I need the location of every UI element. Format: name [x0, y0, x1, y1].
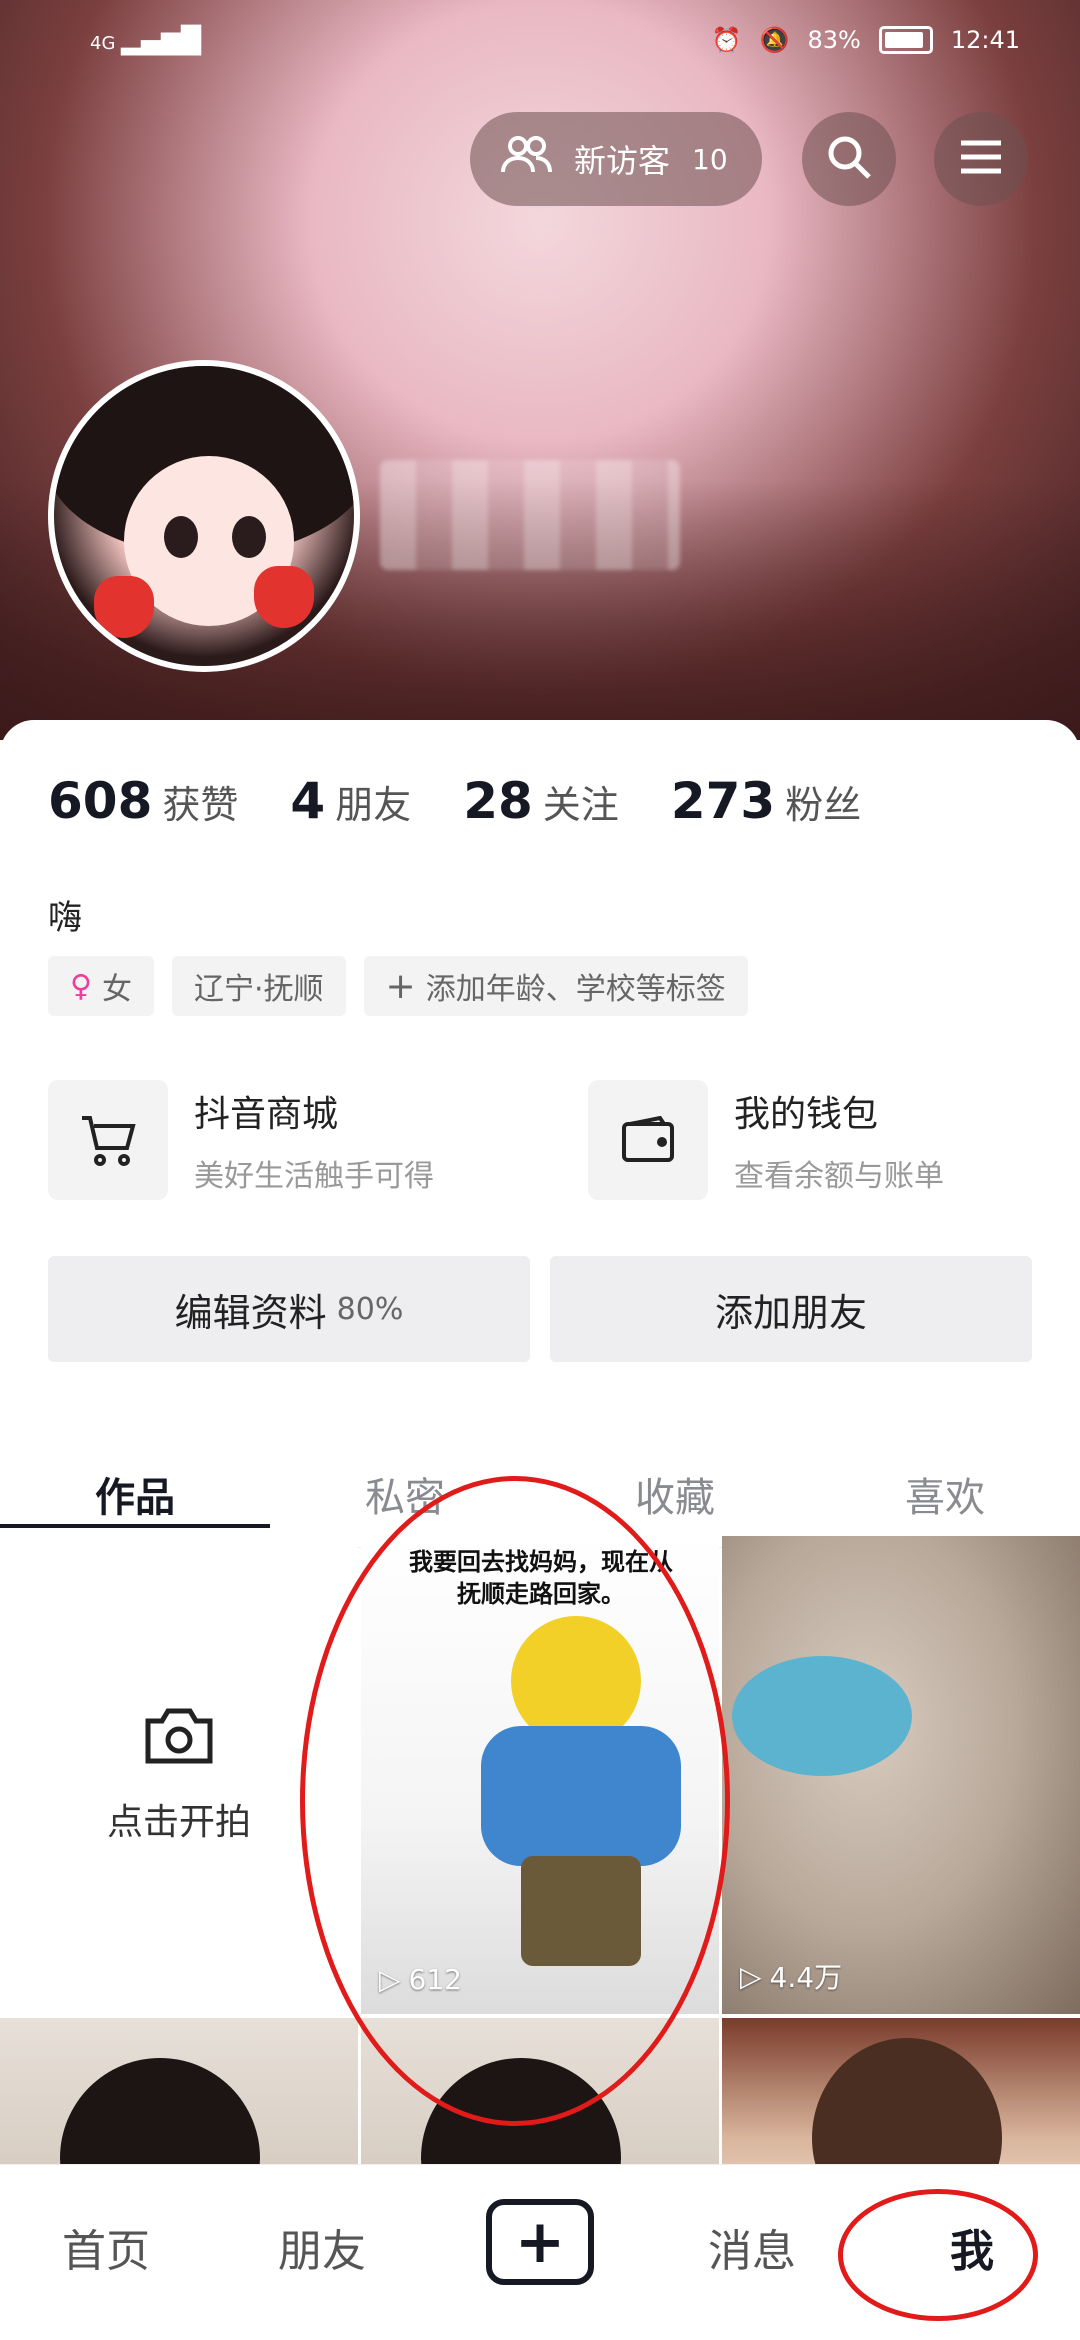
tag-label: 女	[101, 972, 132, 1007]
wallet-entry[interactable]: 我的钱包 查看余额与账单	[588, 1078, 1068, 1202]
plus-icon: +	[514, 2207, 566, 2277]
alarm-icon: ⏰	[711, 26, 742, 54]
menu-icon	[959, 137, 1003, 181]
stat-following[interactable]: 28 关注	[463, 772, 619, 830]
bio-text: 嗨	[48, 898, 82, 938]
video-grid: 点击开拍 我要回去找妈妈，现在从抚顺走路回家。 ▷ 612 ▷ 4.4万	[0, 1476, 1080, 2218]
active-tab-indicator	[0, 1524, 270, 1528]
battery-icon	[878, 26, 933, 54]
add-friend-label: 添加朋友	[714, 1290, 867, 1335]
edit-profile-button[interactable]: 编辑资料 80%	[48, 1256, 530, 1362]
cart-icon	[48, 1080, 168, 1200]
tag-label: 辽宁·抚顺	[193, 972, 324, 1007]
search-button[interactable]	[802, 112, 896, 206]
stat-label: 关注	[542, 783, 619, 827]
create-button[interactable]: +	[486, 2199, 594, 2285]
visitors-icon	[500, 134, 552, 184]
stat-followers[interactable]: 273 粉丝	[671, 772, 861, 830]
gender-tag[interactable]: ♀ 女	[48, 956, 154, 1016]
nav-messages[interactable]: 消息	[708, 2215, 796, 2279]
add-friend-button[interactable]: 添加朋友	[550, 1256, 1032, 1362]
stat-label: 朋友	[335, 783, 412, 827]
edit-profile-label: 编辑资料	[174, 1290, 327, 1335]
stats-row: 608 获赞 4 朋友 28 关注 273 粉丝	[48, 772, 861, 830]
plus-icon: +	[385, 965, 416, 1007]
visitor-label: 新访客	[574, 142, 671, 180]
network-indicator: 4G ▂▄▆█	[90, 26, 202, 56]
nav-friends[interactable]: 朋友	[278, 2215, 366, 2279]
blurred-username	[380, 460, 680, 570]
stat-friends[interactable]: 4 朋友	[290, 772, 411, 830]
service-title: 抖音商城	[194, 1094, 339, 1135]
add-tags-button[interactable]: + 添加年龄、学校等标签	[363, 956, 748, 1016]
wallet-icon	[588, 1080, 708, 1200]
service-subtitle: 查看余额与账单	[734, 1159, 944, 1194]
profile-completion: 80%	[336, 1291, 404, 1327]
nav-home[interactable]: 首页	[62, 2215, 150, 2279]
stat-label: 获赞	[162, 783, 239, 827]
new-visitors-button[interactable]: 新访客 10	[470, 112, 762, 206]
play-count-value: 4.4万	[769, 1961, 843, 1994]
mute-icon: 🔕	[759, 26, 790, 54]
mask-figure	[732, 1656, 912, 1776]
tab-likes[interactable]: 喜欢	[810, 1440, 1080, 1548]
stat-number: 4	[290, 772, 326, 830]
douyin-mall-entry[interactable]: 抖音商城 美好生活触手可得	[48, 1078, 528, 1202]
stat-number: 608	[48, 772, 153, 830]
service-subtitle: 美好生活触手可得	[194, 1159, 434, 1194]
female-icon: ♀	[70, 968, 92, 1004]
status-right: ⏰ 🔕 83% 12:41	[712, 26, 1020, 54]
visitor-count: 10	[692, 142, 728, 176]
avatar[interactable]	[48, 360, 360, 672]
camera-label: 点击开拍	[106, 1802, 251, 1843]
play-count: ▷ 4.4万	[740, 1956, 842, 1996]
red-annotation-circle	[300, 1476, 730, 2126]
battery-percent: 83%	[807, 26, 861, 54]
bottom-nav: 首页 朋友 + 消息 我	[0, 2164, 1080, 2340]
play-icon: ▷	[740, 1959, 762, 1993]
clock: 12:41	[950, 26, 1020, 54]
stat-likes[interactable]: 608 获赞	[48, 772, 238, 830]
profile-banner: 4G ▂▄▆█ ⏰ 🔕 83% 12:41 新访客 10	[0, 0, 1080, 740]
camera-icon	[142, 1705, 216, 1771]
red-annotation-circle	[838, 2189, 1038, 2321]
tab-works[interactable]: 作品	[0, 1440, 270, 1548]
status-bar: 4G ▂▄▆█ ⏰ 🔕 83% 12:41	[0, 0, 1080, 80]
location-tag[interactable]: 辽宁·抚顺	[171, 956, 346, 1016]
stat-label: 粉丝	[785, 783, 862, 827]
stat-number: 273	[670, 772, 776, 830]
menu-button[interactable]	[934, 112, 1028, 206]
network-label: 4G	[90, 33, 116, 54]
stat-number: 28	[463, 772, 533, 830]
video-thumbnail[interactable]: ▷ 4.4万	[722, 1536, 1080, 2014]
tag-row: ♀ 女 辽宁·抚顺 + 添加年龄、学校等标签	[48, 956, 748, 1016]
tag-label: 添加年龄、学校等标签	[425, 972, 726, 1007]
service-title: 我的钱包	[734, 1094, 879, 1135]
search-icon	[825, 133, 873, 185]
